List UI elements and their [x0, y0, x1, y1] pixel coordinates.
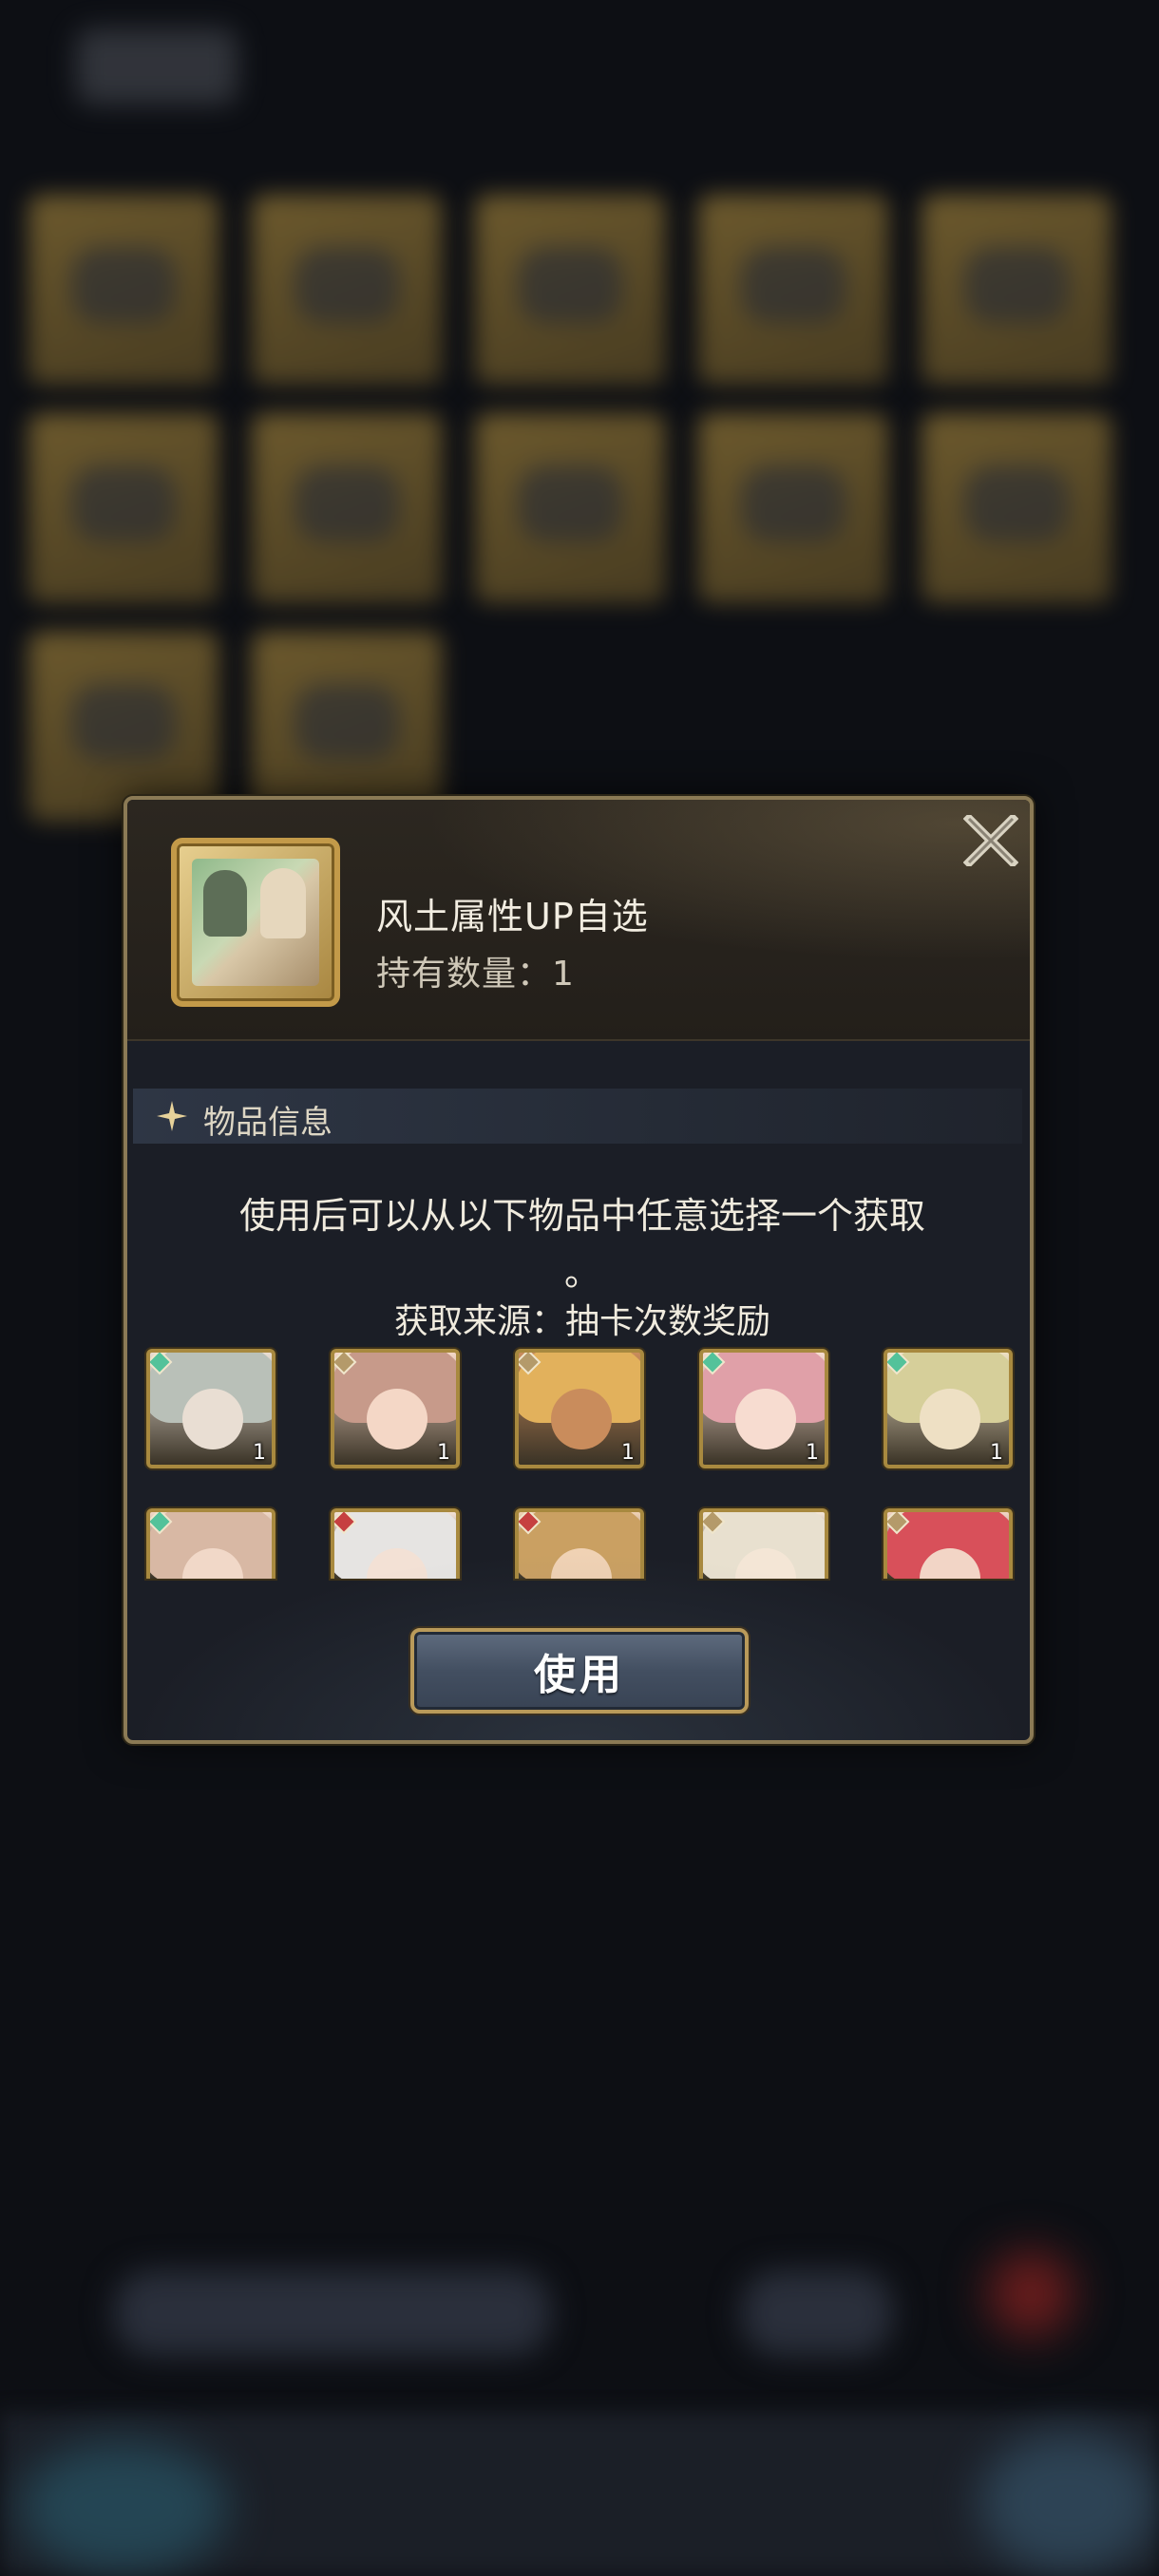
character-portrait-face	[920, 1389, 980, 1449]
background-item-tile	[252, 195, 442, 385]
character-quantity: 1	[437, 1441, 450, 1465]
character-quantity: 1	[806, 1441, 819, 1465]
background-nav-icon-blur	[19, 2441, 228, 2574]
character-option[interactable]: 1	[884, 1349, 1013, 1468]
wind-element-icon	[150, 1512, 173, 1535]
character-option[interactable]: 1	[331, 1349, 460, 1468]
background-item-tile	[28, 632, 218, 822]
earth-element-icon	[703, 1512, 726, 1535]
earth-element-icon	[887, 1512, 910, 1535]
wind-element-icon	[887, 1353, 910, 1375]
background-item-tile	[28, 195, 218, 385]
earth-element-icon	[334, 1353, 357, 1375]
background-item-grid	[0, 0, 1159, 855]
use-button[interactable]: 使用	[410, 1628, 749, 1714]
background-item-tile	[252, 632, 442, 822]
earth-element-icon	[519, 1353, 542, 1375]
character-quantity: 1	[253, 1441, 266, 1465]
character-portrait-face	[367, 1389, 428, 1449]
background-item-tile	[922, 195, 1112, 385]
character-portrait-face	[735, 1389, 796, 1449]
background-item-tile	[698, 413, 888, 603]
wind-element-icon	[703, 1353, 726, 1375]
character-option[interactable]: 1	[146, 1349, 276, 1468]
wind-element-icon	[150, 1353, 173, 1375]
fire-element-icon	[334, 1512, 357, 1535]
background-item-tile	[28, 413, 218, 603]
character-quantity: 1	[621, 1441, 635, 1465]
character-portrait-face	[551, 1389, 612, 1449]
background-item-tile	[475, 413, 665, 603]
background-button-blur	[114, 2270, 551, 2356]
character-portrait-face	[182, 1389, 243, 1449]
character-quantity: 1	[990, 1441, 1003, 1465]
background-item-tile	[475, 195, 665, 385]
background-item-tile	[922, 413, 1112, 603]
fire-element-icon	[519, 1512, 542, 1535]
background-nav-icon-blur	[978, 2432, 1159, 2574]
use-button-label: 使用	[534, 1651, 625, 1699]
character-option[interactable]: 1	[699, 1349, 828, 1468]
character-option[interactable]: 1	[515, 1349, 644, 1468]
background-button-blur	[741, 2270, 893, 2356]
background-badge-blur	[988, 2251, 1074, 2337]
item-info-dialog: 风土属性UP自选 持有数量：1 物品信息 使用后可以从以下物品中任意选择一个获取…	[124, 796, 1034, 1744]
background-item-tile	[252, 413, 442, 603]
background-item-tile	[698, 195, 888, 385]
